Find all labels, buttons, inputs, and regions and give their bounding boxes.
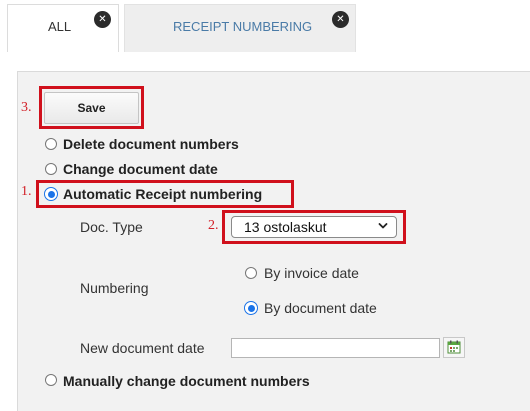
option-delete-numbers-label: Delete document numbers [63,136,239,152]
by-invoice-date-label: By invoice date [264,265,359,281]
annotation-marker-2: 2. [208,218,219,233]
radio-by-document-date[interactable] [244,301,258,315]
tab-all[interactable]: ALL ✕ [7,4,119,52]
radio-manual-change[interactable] [45,374,57,386]
doc-type-select[interactable]: 13 ostolaskut [231,216,397,238]
by-document-date-label: By document date [264,300,377,316]
close-icon[interactable]: ✕ [94,11,111,28]
doc-type-value: 13 ostolaskut [244,219,327,235]
option-change-date-label: Change document date [63,161,218,177]
option-automatic-numbering-label: Automatic Receipt numbering [63,186,263,202]
close-icon[interactable]: ✕ [332,11,349,28]
new-document-date-input[interactable] [231,338,440,358]
radio-automatic-numbering[interactable] [44,187,58,201]
numbering-label: Numbering [80,280,149,296]
calendar-button[interactable] [443,337,465,358]
radio-by-invoice-date[interactable] [245,267,257,279]
tab-all-label: ALL [48,19,72,34]
radio-delete-numbers[interactable] [45,138,57,150]
chevron-down-icon [378,223,388,229]
tab-receipt-numbering-label: RECEIPT NUMBERING [173,19,313,34]
doc-type-label: Doc. Type [80,219,143,235]
tab-receipt-numbering[interactable]: RECEIPT NUMBERING ✕ [124,4,356,52]
option-manual-change-label: Manually change document numbers [63,373,310,389]
calendar-icon [447,340,461,354]
save-button[interactable]: Save [44,92,139,124]
radio-change-date[interactable] [45,163,57,175]
new-document-date-label: New document date [80,340,205,356]
annotation-marker-3: 3. [21,100,32,115]
tab-bar: ALL ✕ RECEIPT NUMBERING ✕ [0,0,530,52]
annotation-marker-1: 1. [21,184,32,199]
